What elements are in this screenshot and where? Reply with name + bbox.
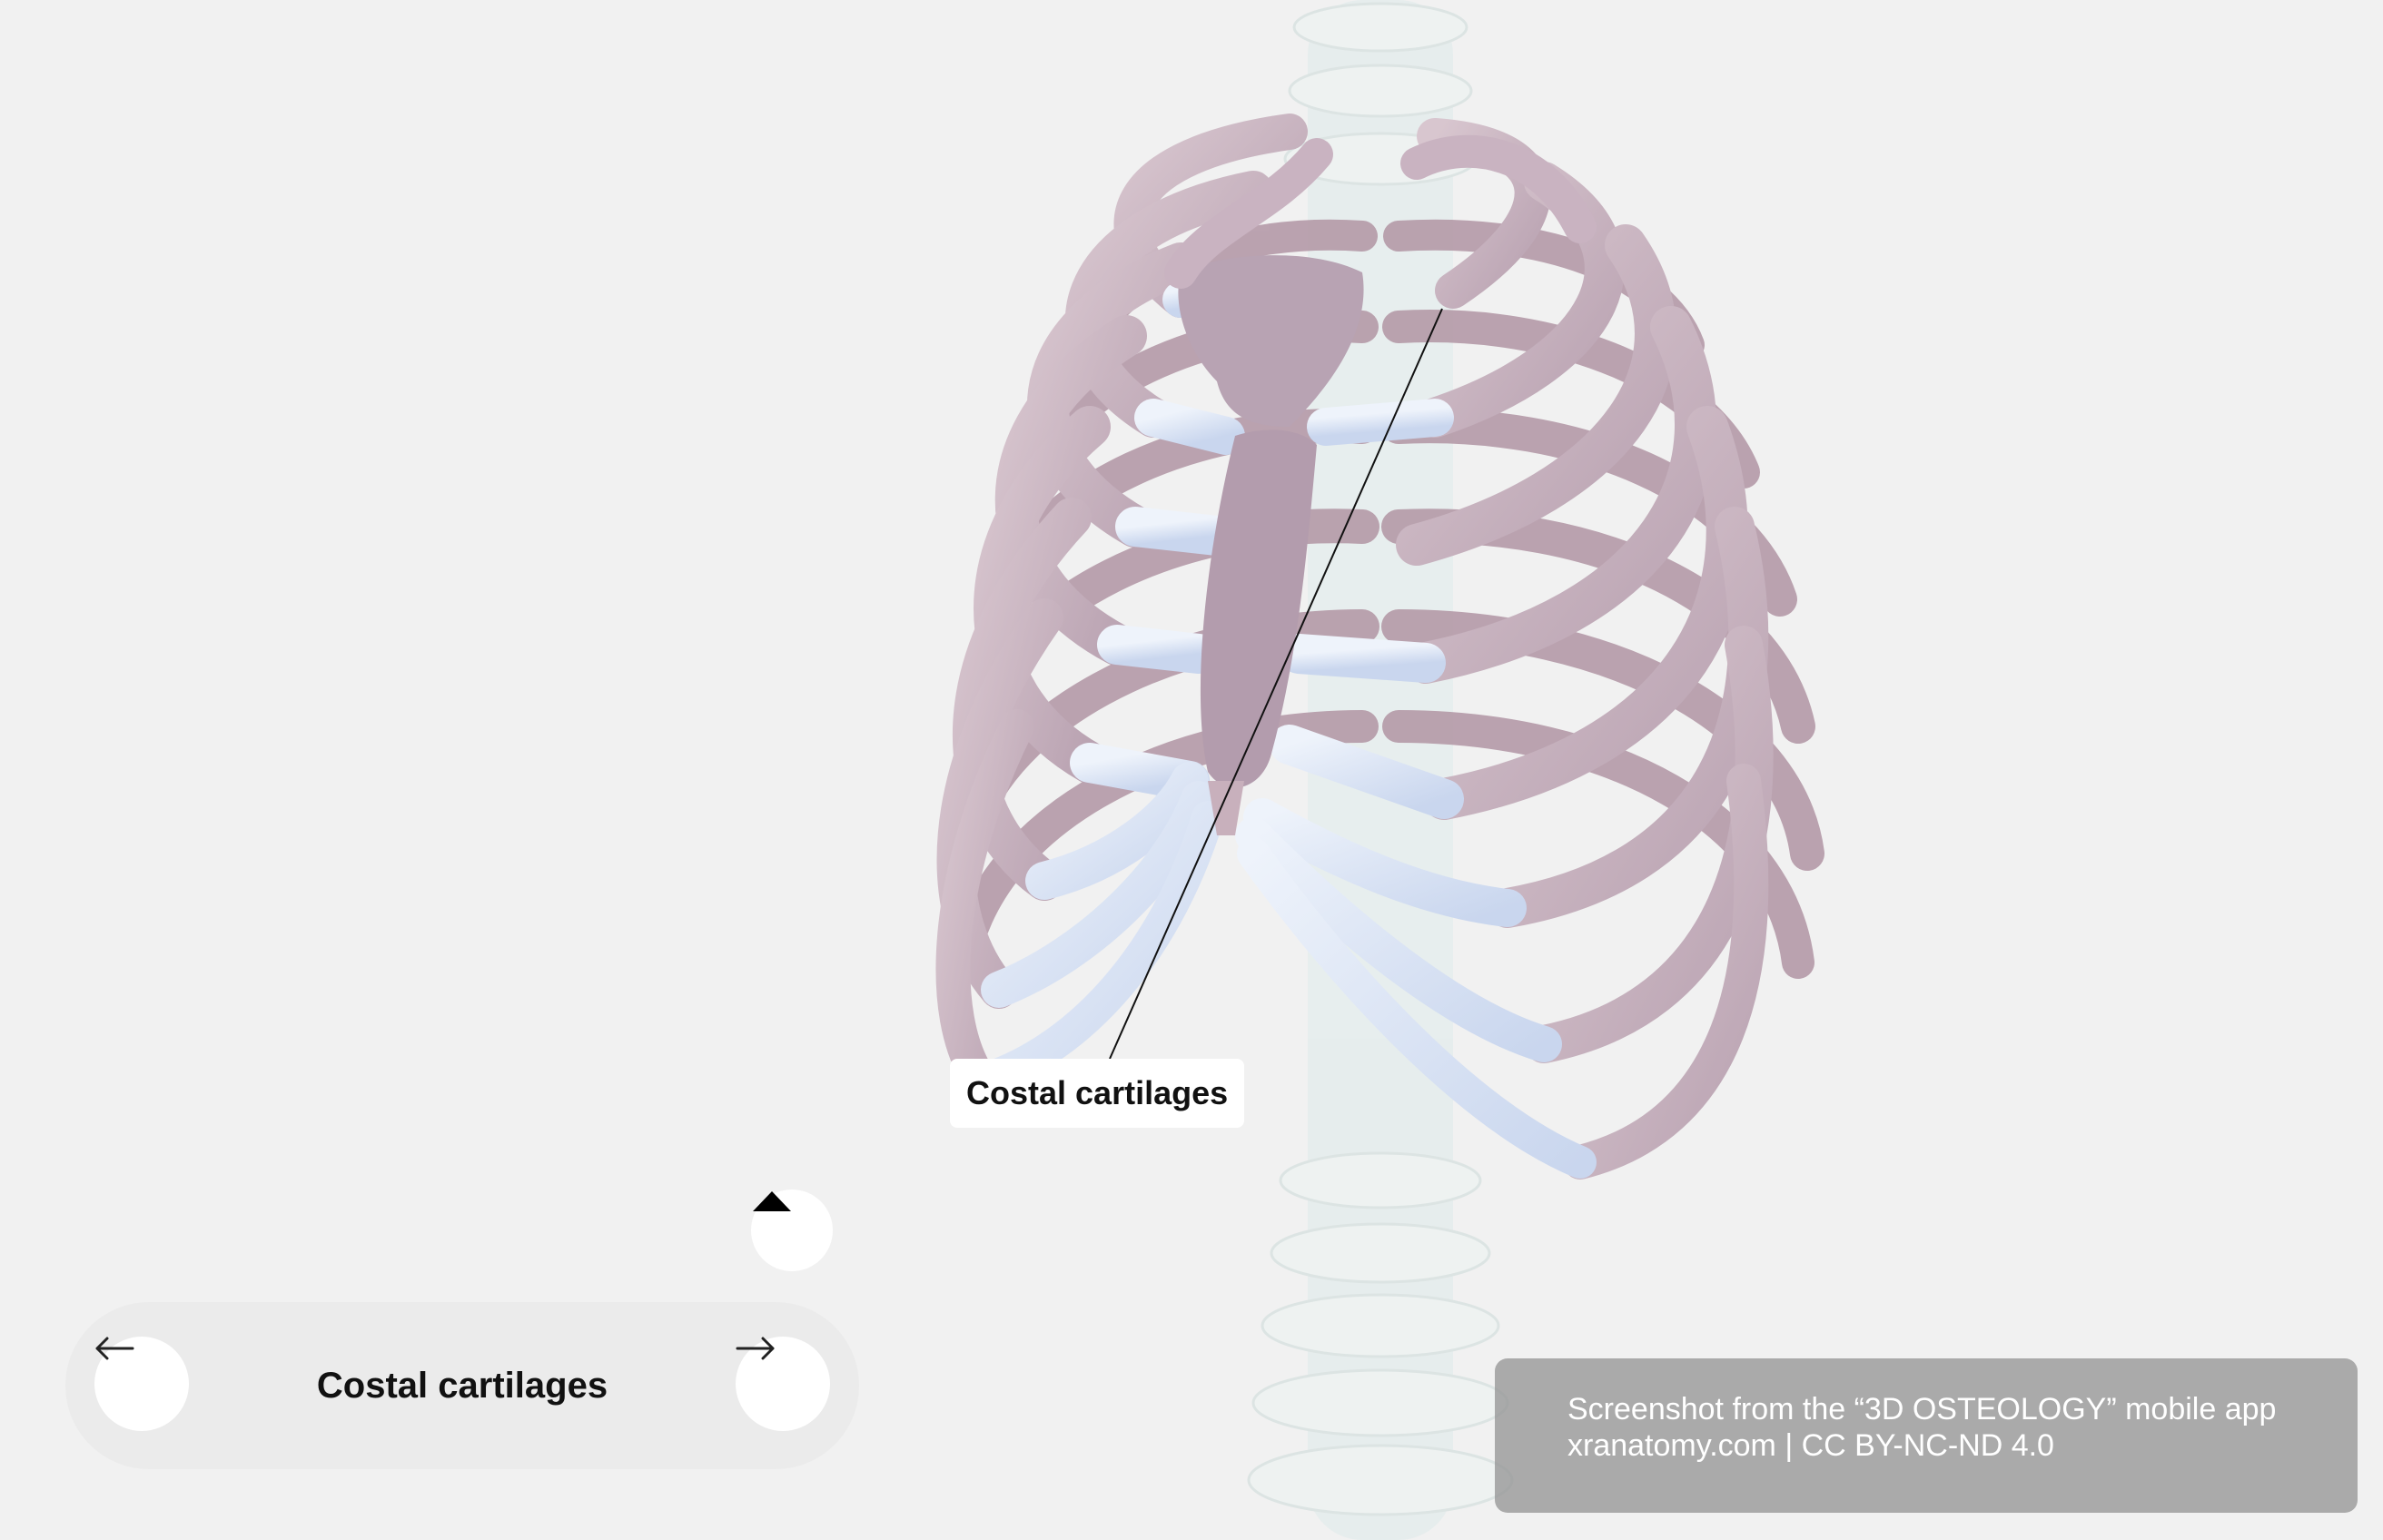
caret-up-icon bbox=[753, 1191, 791, 1211]
previous-structure-button[interactable] bbox=[94, 1337, 189, 1431]
watermark-line-2: xranatomy.com | CC BY-NC-ND 4.0 bbox=[1567, 1428, 2054, 1463]
attribution-watermark: Screenshot from the “3D OSTEOLOGY” mobil… bbox=[1495, 1358, 2358, 1513]
watermark-line-1: Screenshot from the “3D OSTEOLOGY” mobil… bbox=[1567, 1392, 2277, 1426]
next-structure-button[interactable] bbox=[736, 1337, 830, 1431]
arrow-right-icon bbox=[736, 1337, 775, 1360]
current-structure-title: Costal cartilages bbox=[316, 1365, 608, 1406]
3d-viewport[interactable]: Costal cartilages Costal cartilages Scre… bbox=[0, 0, 2383, 1540]
structure-callout-label[interactable]: Costal cartilages bbox=[950, 1059, 1245, 1128]
arrow-left-icon bbox=[95, 1337, 134, 1360]
expand-panel-button[interactable] bbox=[751, 1190, 833, 1271]
structure-navigation-panel: Costal cartilages bbox=[65, 1302, 859, 1469]
